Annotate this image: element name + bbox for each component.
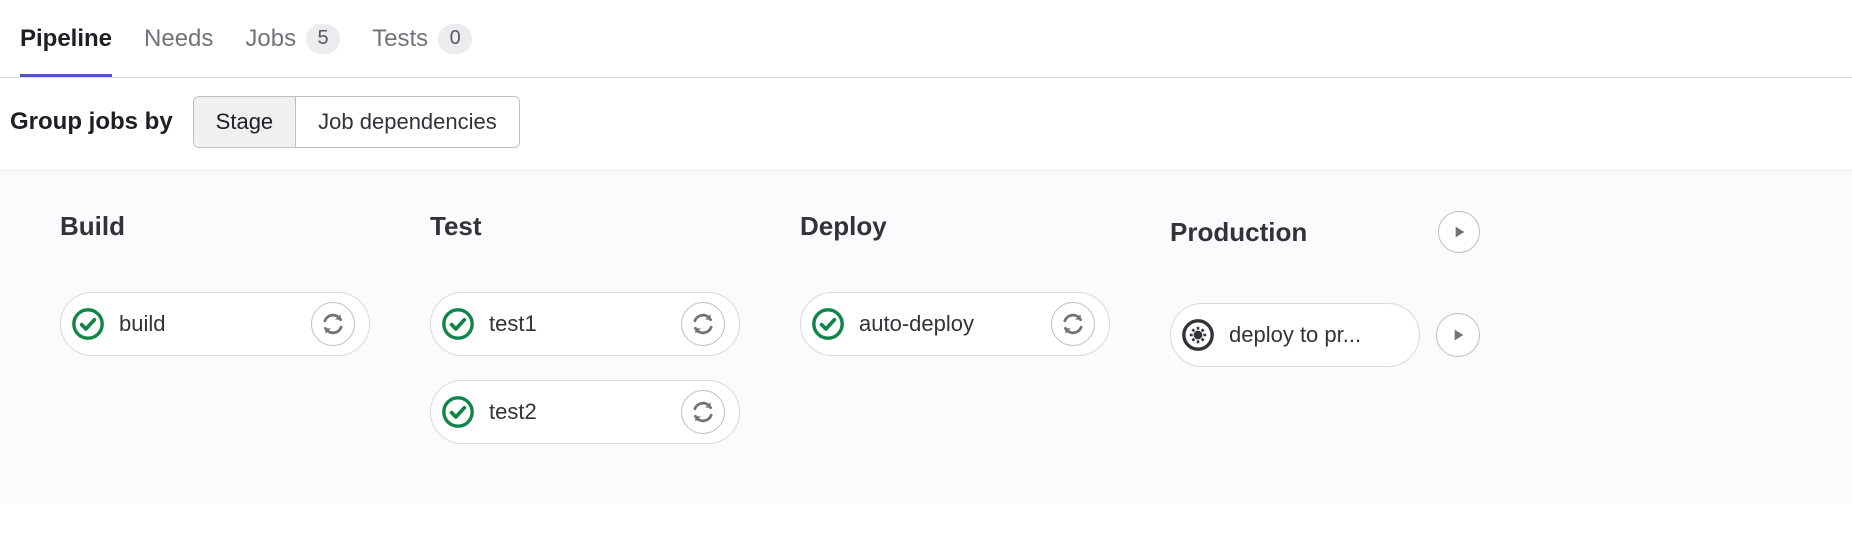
stage-header: Test	[430, 211, 740, 242]
stage-title: Deploy	[800, 211, 887, 242]
stage-column: Build build	[60, 211, 370, 444]
job-name: deploy to pr...	[1229, 322, 1405, 348]
group-by-segmented: Stage Job dependencies	[193, 96, 520, 148]
check-icon	[441, 307, 475, 341]
group-by-dependencies-button[interactable]: Job dependencies	[296, 97, 519, 147]
tab-label: Needs	[144, 25, 213, 53]
retry-button[interactable]	[311, 302, 355, 346]
tab-count-badge: 0	[438, 24, 472, 54]
stage-header: Production	[1170, 211, 1480, 253]
stage-header: Deploy	[800, 211, 1110, 242]
play-all-button[interactable]	[1438, 211, 1480, 253]
job-pill[interactable]: auto-deploy	[800, 292, 1110, 356]
gear-icon	[1181, 318, 1215, 352]
job-pill[interactable]: build	[60, 292, 370, 356]
group-by-controls: Group jobs by Stage Job dependencies	[0, 78, 1852, 170]
stage-title: Build	[60, 211, 125, 242]
job-name: build	[119, 311, 297, 337]
job-row: test2	[430, 380, 740, 444]
stage-column: Deploy auto-deploy	[800, 211, 1110, 444]
stage-column: Test test1 test2	[430, 211, 740, 444]
job-row: auto-deploy	[800, 292, 1110, 356]
pipeline-tabs: Pipeline Needs Jobs 5 Tests 0	[0, 0, 1852, 78]
job-pill[interactable]: deploy to pr...	[1170, 303, 1420, 367]
tab-count-badge: 5	[306, 24, 340, 54]
pipeline-graph: Build build Test test1 test2	[0, 170, 1852, 504]
tab-label: Pipeline	[20, 25, 112, 53]
tab-label: Tests	[372, 25, 428, 53]
job-list: deploy to pr...	[1170, 303, 1480, 367]
job-row: build	[60, 292, 370, 356]
tab-label: Jobs	[245, 25, 296, 53]
retry-button[interactable]	[1051, 302, 1095, 346]
job-name: auto-deploy	[859, 311, 1037, 337]
retry-button[interactable]	[681, 390, 725, 434]
job-row: test1	[430, 292, 740, 356]
check-icon	[71, 307, 105, 341]
group-by-label: Group jobs by	[10, 108, 173, 136]
job-row: deploy to pr...	[1170, 303, 1480, 367]
retry-button[interactable]	[681, 302, 725, 346]
stage-title: Test	[430, 211, 482, 242]
stage-header: Build	[60, 211, 370, 242]
tab-pipeline[interactable]: Pipeline	[20, 0, 112, 77]
job-list: build	[60, 292, 370, 356]
job-list: test1 test2	[430, 292, 740, 444]
check-icon	[441, 395, 475, 429]
group-by-stage-button[interactable]: Stage	[194, 97, 297, 147]
job-pill[interactable]: test1	[430, 292, 740, 356]
tab-tests[interactable]: Tests 0	[372, 0, 472, 77]
job-list: auto-deploy	[800, 292, 1110, 356]
stage-column: Production deploy to pr...	[1170, 211, 1480, 444]
tab-jobs[interactable]: Jobs 5	[245, 0, 340, 77]
job-name: test2	[489, 399, 667, 425]
job-pill[interactable]: test2	[430, 380, 740, 444]
check-icon	[811, 307, 845, 341]
tab-needs[interactable]: Needs	[144, 0, 213, 77]
stage-title: Production	[1170, 217, 1307, 248]
job-name: test1	[489, 311, 667, 337]
play-button[interactable]	[1436, 313, 1480, 357]
